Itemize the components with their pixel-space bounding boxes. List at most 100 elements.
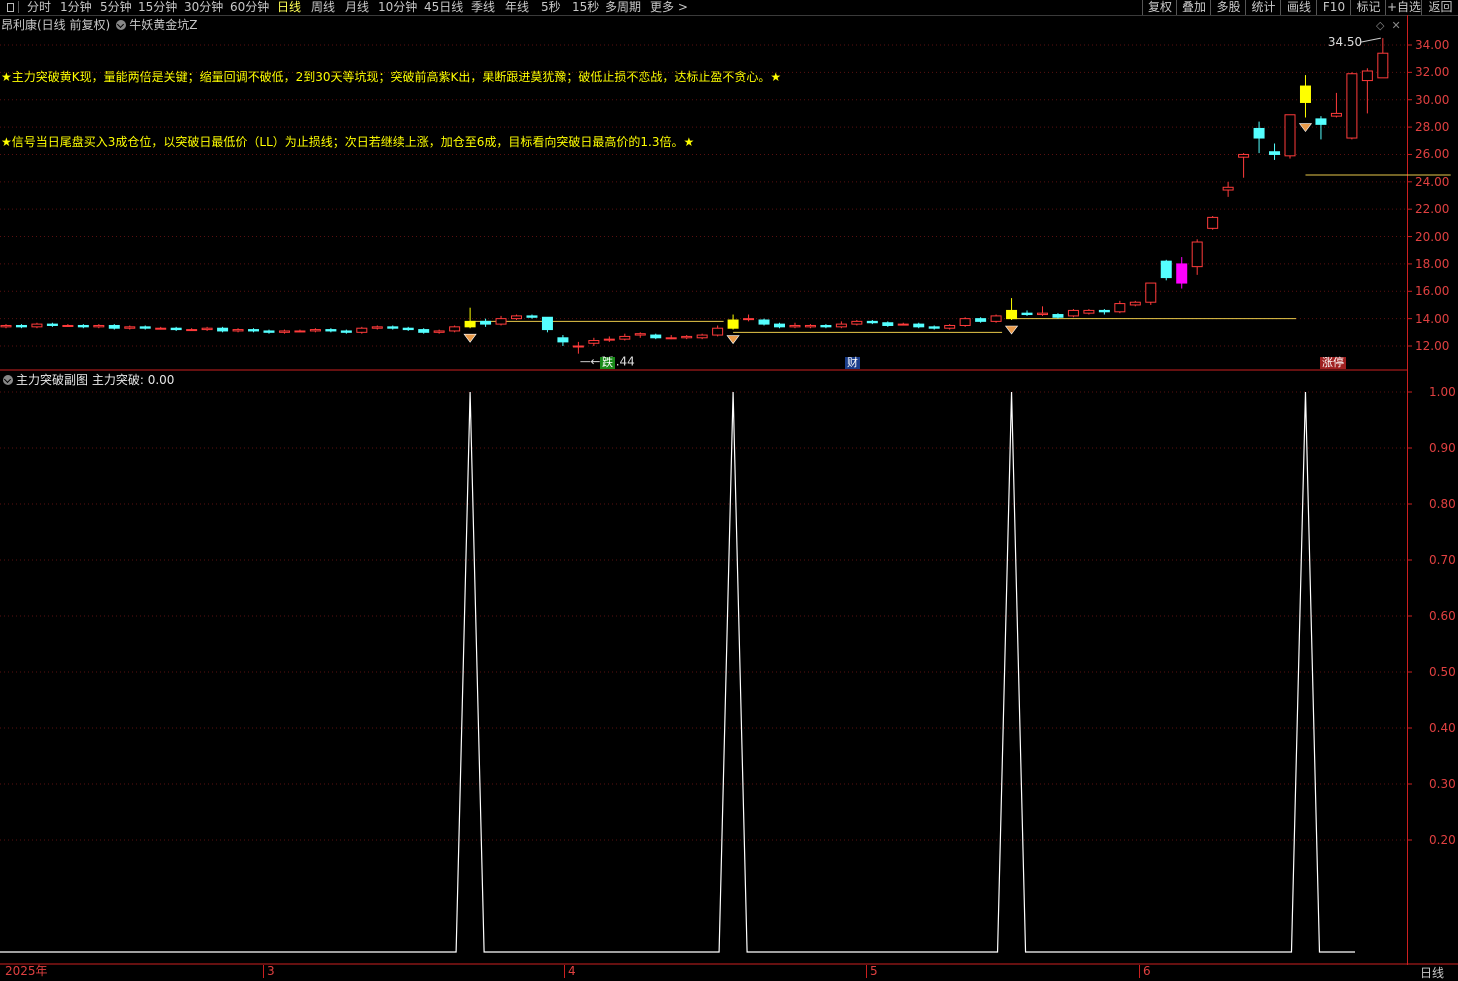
candle-body <box>248 329 260 332</box>
candle-body <box>774 323 785 328</box>
candle-body <box>572 345 584 348</box>
candle-body <box>526 315 538 318</box>
candle-body <box>866 320 878 324</box>
candle-body <box>1145 282 1157 303</box>
candle-body <box>371 326 383 329</box>
candle-body <box>588 340 600 344</box>
candle-body <box>650 334 662 339</box>
candle-body <box>449 326 461 332</box>
candle-body <box>387 326 399 329</box>
signal-diamond-icon <box>1004 325 1019 335</box>
candle-body <box>1191 241 1203 268</box>
candle-body <box>1253 127 1265 139</box>
candle-body <box>696 334 708 339</box>
candle-body <box>1315 118 1327 125</box>
candle-body <box>1160 260 1172 279</box>
candle-body <box>557 337 569 343</box>
candle-body <box>1222 186 1234 191</box>
candle-body <box>913 323 925 328</box>
candle-body <box>278 330 290 333</box>
event-tag[interactable]: 跌 <box>600 357 615 369</box>
main-breakout-series-line <box>0 391 1355 953</box>
candle-body <box>139 326 151 329</box>
time-axis-label: 6 <box>1139 965 1151 978</box>
candle-body <box>1067 309 1079 317</box>
candle-body <box>1176 263 1188 284</box>
candle-body <box>758 319 770 325</box>
candle-body <box>975 318 987 322</box>
chart-canvas[interactable]: 34.50←11.44 <box>0 0 1458 979</box>
candle-body <box>851 320 863 325</box>
signal-diamond-icon <box>1298 123 1313 133</box>
candle-body <box>804 324 816 328</box>
candle-body <box>897 323 909 326</box>
candle-body <box>309 329 321 332</box>
candle-body <box>1284 114 1296 157</box>
candle-body <box>433 330 445 333</box>
candle-body <box>1346 73 1358 139</box>
candle-body <box>1361 70 1373 82</box>
candle-body <box>108 324 120 329</box>
candle-body <box>1098 309 1110 313</box>
candle-body <box>727 319 739 329</box>
candle-body <box>217 327 229 332</box>
candle-body <box>294 330 306 333</box>
candle-body <box>681 335 693 339</box>
candle-body <box>619 335 631 340</box>
candle-body <box>1207 216 1219 229</box>
candle-body <box>325 329 337 332</box>
signal-diamond-icon <box>463 333 477 343</box>
candle-body <box>882 322 894 326</box>
signal-diamond-icon <box>726 335 740 345</box>
candle-body <box>743 318 755 321</box>
candle-body <box>263 330 275 333</box>
candle-body <box>186 329 198 332</box>
candle-body <box>1114 303 1126 313</box>
time-axis-label: 2025年 <box>5 964 48 978</box>
candle-body <box>495 318 507 325</box>
event-tag[interactable]: 涨停 <box>1320 357 1346 369</box>
candle-body <box>928 326 940 329</box>
candle-body <box>1006 309 1018 320</box>
candle-body <box>1036 312 1048 316</box>
candle-body <box>15 324 27 328</box>
candle-body <box>511 315 523 320</box>
candle-body <box>959 318 971 326</box>
candle-body <box>356 327 368 333</box>
candle-body <box>0 324 12 328</box>
candle-body <box>232 329 244 332</box>
candle-body <box>712 327 724 336</box>
candle-body <box>1377 52 1389 79</box>
time-axis-label: 3 <box>263 965 275 978</box>
candle-body <box>464 320 476 328</box>
candle-body <box>402 327 414 331</box>
candle-body <box>541 316 553 331</box>
high-arrow <box>1360 37 1381 43</box>
candle-body <box>603 338 615 341</box>
candle-body <box>634 333 646 336</box>
candle-body <box>1021 312 1033 316</box>
candle-body <box>820 324 832 328</box>
candle-body <box>835 323 847 328</box>
candle-body <box>1269 151 1281 155</box>
candle-body <box>340 330 352 333</box>
candle-body <box>170 327 182 331</box>
candle-body <box>62 324 74 327</box>
time-axis-label: 4 <box>564 965 576 978</box>
candle-body <box>1052 314 1064 318</box>
candle-body <box>990 315 1002 322</box>
candle-body <box>155 327 167 330</box>
period-label: 日线 <box>1420 966 1445 980</box>
event-tag[interactable]: 财 <box>845 357 860 369</box>
candle-body <box>789 324 801 328</box>
candle-body <box>1129 301 1141 306</box>
candle-body <box>1238 153 1250 158</box>
candle-body <box>124 326 136 329</box>
candle-body <box>1299 85 1311 103</box>
candle-body <box>31 323 43 328</box>
high-price-label: 34.50 <box>1328 35 1362 49</box>
candle-body <box>1330 112 1342 117</box>
time-axis-label: 5 <box>866 965 878 978</box>
candle-body <box>944 324 956 329</box>
candle-body <box>418 329 430 333</box>
